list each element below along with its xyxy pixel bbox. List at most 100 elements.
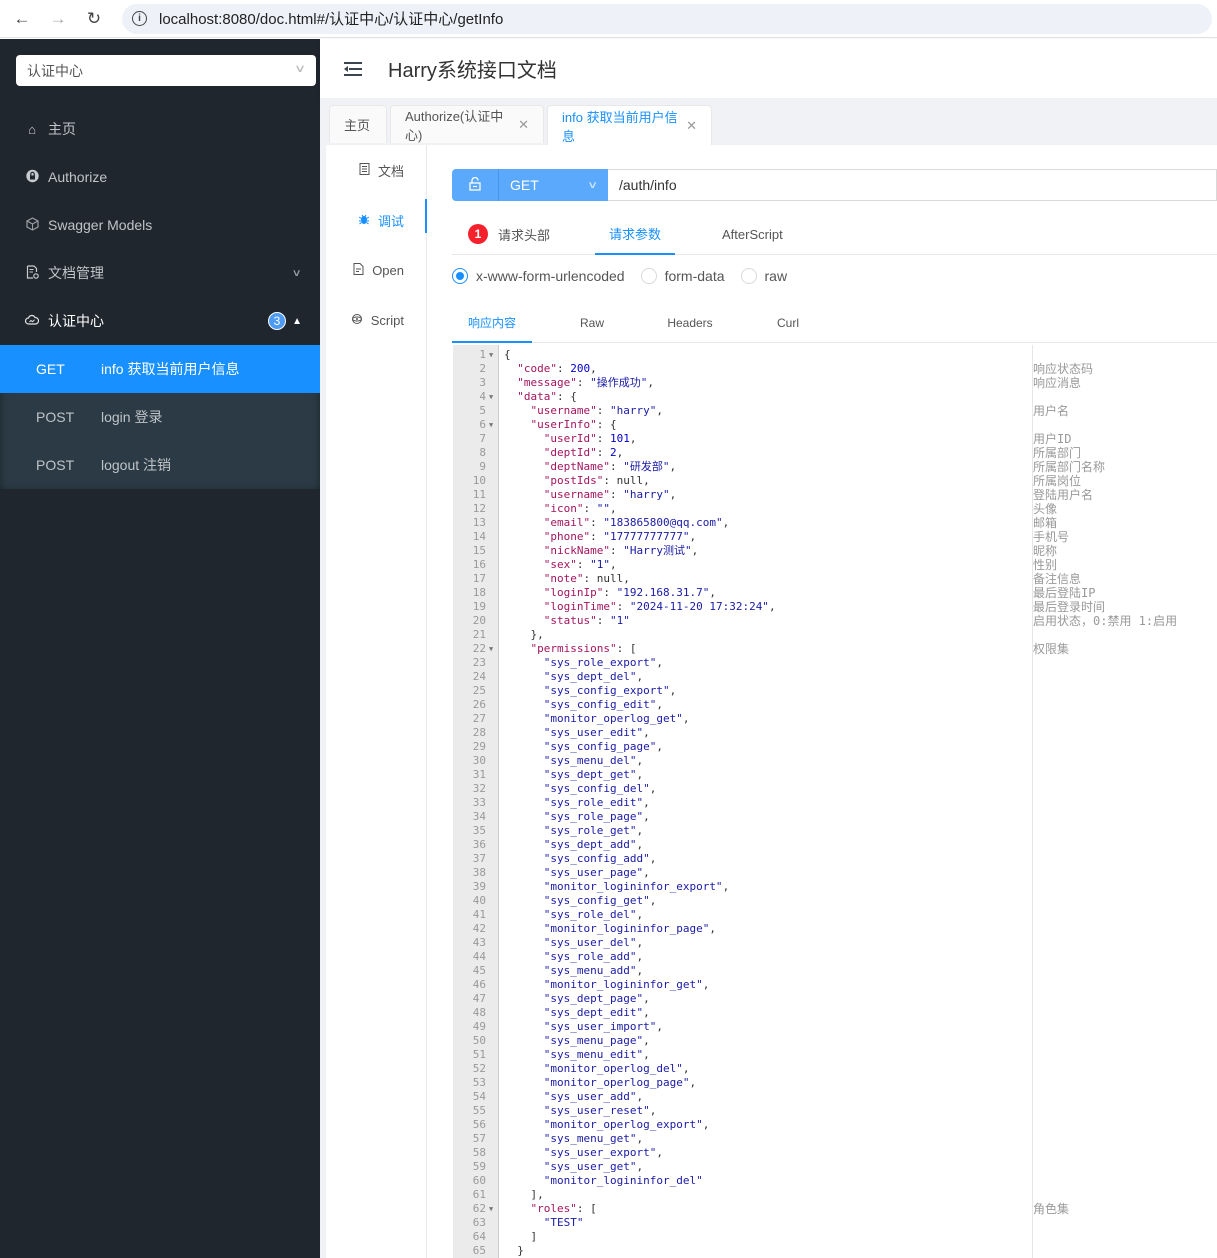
menu-fold-icon[interactable] [344, 61, 364, 77]
reload-icon: ↻ [86, 8, 102, 28]
code-text: "roles": [ [530, 1202, 597, 1215]
line-number: 33 [472, 796, 486, 809]
back-button[interactable]: ← [4, 4, 40, 34]
field-comment: 所属岗位 [1033, 474, 1082, 488]
tab-home[interactable]: 主页 [329, 105, 387, 143]
sidebar-item-swagger-models[interactable]: Swagger Models [0, 201, 320, 249]
api-item-logout[interactable]: POST logout 注销 [0, 441, 320, 489]
radio-label: raw [764, 268, 788, 284]
code-line: 53 "monitor_operlog_page", [453, 1076, 1217, 1090]
code-line: 32 "sys_config_del", [453, 782, 1217, 796]
sidebar-item-auth-center[interactable]: 认证中心 3 ▲ [0, 297, 320, 345]
line-number: 11 [472, 488, 486, 501]
code-text: "TEST" [543, 1216, 584, 1229]
close-icon[interactable]: ✕ [686, 118, 697, 134]
tab-curl[interactable]: Curl [748, 303, 828, 343]
response-code-editor[interactable]: 1 ▼{2 "code": 200, 响应状态码 3 "message": "操作成功… [453, 345, 1217, 1258]
line-number: 1 [479, 348, 486, 361]
code-line: 56 "monitor_operlog_export", [453, 1118, 1217, 1132]
code-line: 52 "monitor_operlog_del", [453, 1062, 1217, 1076]
code-text: "sys_config_edit", [543, 698, 663, 711]
url-path-input[interactable] [608, 169, 1217, 201]
code-text: "sys_user_export", [543, 1146, 663, 1159]
code-line: 20 "status": "1" 启用状态，0:禁用 1:启用 [453, 614, 1217, 628]
sidebar-item-home[interactable]: ⌂ 主页 [0, 105, 320, 153]
code-text: "deptName": "研发部", [543, 460, 677, 473]
sidebar-item-authorize[interactable]: Authorize [0, 153, 320, 201]
line-number: 24 [472, 670, 486, 683]
tab-authorize[interactable]: Authorize(认证中心) ✕ [390, 105, 544, 143]
line-number: 19 [472, 600, 486, 613]
url-text[interactable]: localhost:8080/doc.html#/认证中心/认证中心/getIn… [159, 8, 503, 29]
tab-after-script[interactable]: AfterScript [722, 213, 783, 255]
code-line: 35 "sys_role_get", [453, 824, 1217, 838]
code-text: "sys_config_get", [543, 894, 657, 907]
line-number: 3 [479, 376, 486, 389]
line-number: 27 [472, 712, 486, 725]
code-text: "userInfo": { [530, 418, 617, 431]
line-number: 38 [472, 866, 486, 879]
page-tabs: 主页 Authorize(认证中心) ✕ info 获取当前用户信息 ✕ [320, 98, 1217, 146]
code-line: 57 "sys_menu_get", [453, 1132, 1217, 1146]
response-tabs: 响应内容 Raw Headers Curl [452, 303, 1217, 343]
side-tab-label: 文档 [377, 163, 404, 179]
line-number: 60 [472, 1174, 486, 1187]
tab-response-content[interactable]: 响应内容 [452, 303, 532, 343]
code-text: "message": "操作成功", [517, 376, 654, 389]
fold-toggle-icon[interactable]: ▼ [489, 390, 493, 404]
code-text: "sys_dept_edit", [543, 1006, 650, 1019]
tab-raw[interactable]: Raw [552, 303, 632, 343]
field-comment: 响应状态码 [1033, 362, 1094, 376]
code-line: 28 "sys_user_edit", [453, 726, 1217, 740]
radio-button[interactable] [452, 268, 468, 284]
side-tab-script[interactable]: Script [326, 295, 426, 345]
line-number: 34 [472, 810, 486, 823]
field-comment: 头像 [1033, 502, 1058, 516]
radio-x-www-form-urlencoded[interactable]: x-www-form-urlencoded [452, 268, 625, 284]
info-icon[interactable]: i [132, 11, 147, 26]
authorize-lock-button[interactable] [452, 169, 498, 201]
radio-raw[interactable]: raw [740, 268, 788, 284]
side-tab-open[interactable]: Open [326, 245, 426, 295]
method-select[interactable]: GET ∨ [498, 169, 608, 201]
sidebar-item-doc-management[interactable]: 文档管理 ∨ [0, 249, 320, 297]
tab-headers[interactable]: Headers [650, 303, 730, 343]
tab-info[interactable]: info 获取当前用户信息 ✕ [547, 105, 712, 146]
code-line: 44 "sys_role_add", [453, 950, 1217, 964]
code-text: "nickName": "Harry测试", [543, 544, 699, 557]
address-bar[interactable]: i localhost:8080/doc.html#/认证中心/认证中心/get… [122, 3, 1212, 34]
tab-request-headers[interactable]: 1 请求头部 [468, 213, 550, 255]
code-text: "sys_dept_page", [543, 992, 650, 1005]
code-text: "loginIp": "192.168.31.7", [543, 586, 716, 599]
code-text: "sys_role_edit", [543, 796, 650, 809]
line-number: 29 [472, 740, 486, 753]
radio-button[interactable] [640, 268, 657, 284]
fold-toggle-icon[interactable]: ▼ [489, 418, 493, 432]
side-tab-doc[interactable]: 文档 [326, 145, 426, 195]
api-item-login[interactable]: POST login 登录 [0, 393, 320, 441]
code-text: "sys_dept_del", [543, 670, 644, 683]
code-line: 48 "sys_dept_edit", [453, 1006, 1217, 1020]
reload-button[interactable]: ↻ [76, 4, 112, 34]
fold-toggle-icon[interactable]: ▼ [489, 348, 493, 362]
radio-form-data[interactable]: form-data [640, 268, 725, 284]
tab-request-params[interactable]: 请求参数 [595, 213, 675, 255]
code-text: } [517, 1244, 524, 1257]
line-number: 59 [472, 1160, 486, 1173]
line-number: 62 [472, 1202, 486, 1215]
group-select[interactable]: 认证中心 ∨ [16, 55, 316, 86]
fold-toggle-icon[interactable]: ▼ [489, 642, 493, 656]
forward-button[interactable]: → [40, 4, 76, 34]
line-number: 26 [472, 698, 486, 711]
code-line: 3 "message": "操作成功", 响应消息 [453, 376, 1217, 390]
fold-toggle-icon[interactable]: ▼ [489, 1202, 493, 1216]
close-icon[interactable]: ✕ [518, 117, 529, 133]
code-text: "icon": "", [543, 502, 617, 515]
document-icon [359, 162, 370, 178]
radio-button[interactable] [740, 268, 757, 284]
side-tab-debug[interactable]: 调试 [326, 195, 427, 245]
line-number: 48 [472, 1006, 486, 1019]
field-comment: 用户ID [1033, 432, 1072, 446]
http-method: POST [36, 409, 75, 425]
api-item-get-info[interactable]: GET info 获取当前用户信息 [0, 345, 320, 393]
